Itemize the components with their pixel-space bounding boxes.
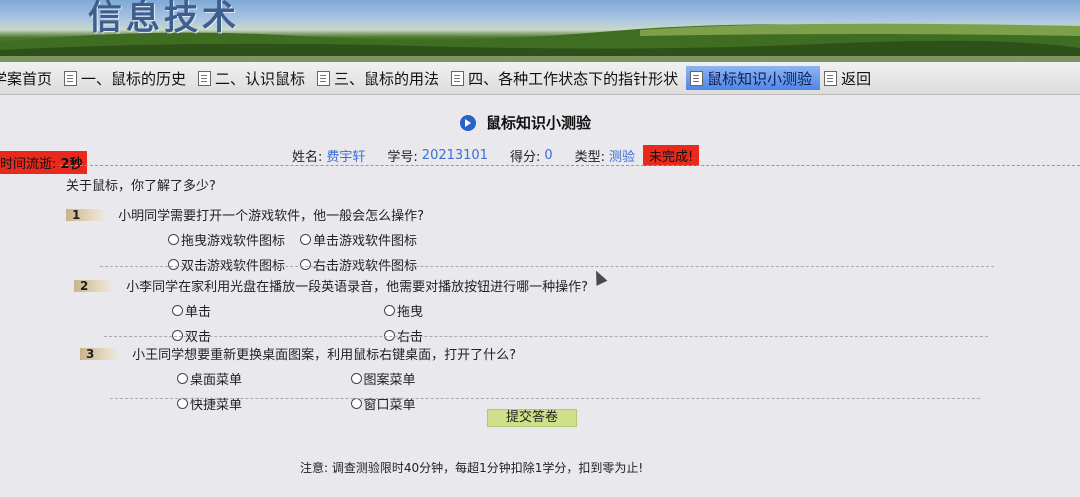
name-value: 费宇轩	[326, 150, 366, 165]
type-label: 类型:	[574, 150, 606, 165]
divider	[60, 165, 1080, 166]
question-number: 2	[74, 279, 114, 292]
option-label: 拖曳游戏软件图标	[181, 234, 286, 249]
document-icon	[198, 70, 212, 86]
id-label: 学号:	[387, 150, 418, 165]
nav-item-usage[interactable]: 三、鼠标的用法	[313, 66, 447, 90]
document-icon	[824, 70, 838, 86]
options: 单击 拖曳 双击 右击	[172, 301, 588, 345]
radio-button[interactable]	[177, 398, 188, 409]
quiz-intro: 关于鼠标，你了解了多少?	[66, 179, 216, 194]
option-double-click[interactable]: 双击游戏软件图标	[168, 255, 292, 274]
radio-button[interactable]	[168, 234, 179, 245]
nav-item-know-mouse[interactable]: 二、认识鼠标	[194, 66, 313, 90]
option-label: 拖曳	[397, 305, 424, 320]
option-right-click[interactable]: 右击游戏软件图标	[300, 255, 424, 274]
radio-button[interactable]	[350, 373, 362, 384]
site-title: 信息技术	[88, 0, 240, 38]
status-badge: 未完成!	[643, 145, 700, 166]
option-desktop-menu[interactable]: 桌面菜单	[177, 369, 343, 388]
nav-item-history[interactable]: 一、鼠标的历史	[60, 66, 194, 90]
radio-button[interactable]	[177, 373, 188, 384]
nav-item-label: 二、认识鼠标	[215, 69, 306, 88]
option-label: 右击游戏软件图标	[313, 259, 418, 274]
notice-text: 注意: 调查测验限时40分钟，每超1分钟扣除1学分，扣到零为止!	[300, 461, 644, 475]
question-text: 小王同学想要重新更换桌面图案，利用鼠标右键桌面，打开了什么?	[132, 348, 517, 363]
options: 桌面菜单 图案菜单 快捷菜单 窗口菜单	[177, 369, 516, 413]
quiz-content: 鼠标知识小测验 时间流逝: 2秒 姓名: 费宇轩 学号: 20213101 得分…	[0, 95, 1080, 497]
header-banner: 信息技术	[0, 0, 1080, 62]
nav-item-pointer-shapes[interactable]: 四、各种工作状态下的指针形状	[447, 66, 686, 90]
nav-item-label: 学案首页	[0, 69, 53, 88]
nav-item-quiz[interactable]: 鼠标知识小测验	[686, 66, 821, 90]
speaker-icon[interactable]	[460, 114, 476, 131]
top-nav: 学案首页 一、鼠标的历史 二、认识鼠标 三、鼠标的用法 四、各种工作状态下的指针…	[0, 62, 1080, 95]
option-label: 单击	[185, 305, 212, 320]
option-pattern-menu[interactable]: 图案菜单	[350, 369, 517, 388]
radio-button[interactable]	[384, 305, 396, 316]
nav-item-home[interactable]: 学案首页	[0, 66, 60, 90]
nav-item-label: 三、鼠标的用法	[334, 69, 440, 88]
option-label: 桌面菜单	[190, 373, 243, 388]
id-value: 20213101	[421, 148, 488, 163]
nav-item-label: 返回	[841, 69, 872, 88]
option-drag[interactable]: 拖曳游戏软件图标	[168, 230, 292, 249]
option-label: 窗口菜单	[363, 398, 416, 413]
question-text: 小明同学需要打开一个游戏软件，他一般会怎么操作?	[118, 209, 425, 224]
question-divider	[104, 336, 988, 337]
submit-button[interactable]: 提交答卷	[487, 409, 577, 427]
option-single-click[interactable]: 单击	[172, 301, 376, 320]
type-value: 测验	[609, 150, 636, 165]
document-icon	[690, 70, 704, 86]
question-divider	[110, 398, 980, 399]
option-label: 双击游戏软件图标	[181, 259, 286, 274]
score-label: 得分:	[509, 150, 541, 165]
nav-item-label: 四、各种工作状态下的指针形状	[468, 69, 679, 88]
document-icon	[64, 70, 78, 86]
question-divider	[100, 266, 994, 267]
nav-item-label: 鼠标知识小测验	[707, 69, 813, 88]
nav-item-label: 一、鼠标的历史	[81, 69, 187, 88]
options: 拖曳游戏软件图标 单击游戏软件图标 双击游戏软件图标 右击游戏软件图标	[168, 230, 424, 274]
document-icon	[317, 70, 331, 86]
question-number: 3	[80, 347, 120, 360]
option-label: 图案菜单	[363, 373, 416, 388]
score-value: 0	[544, 148, 553, 163]
quiz-title-row: 鼠标知识小测验	[460, 112, 591, 133]
question-number: 1	[66, 208, 106, 221]
radio-button[interactable]	[300, 234, 312, 245]
document-icon	[451, 70, 465, 86]
radio-button[interactable]	[350, 398, 362, 409]
timer-label: 时间流逝:	[0, 157, 57, 172]
option-label: 单击游戏软件图标	[313, 234, 418, 249]
name-label: 姓名:	[292, 150, 323, 165]
radio-button[interactable]	[300, 259, 312, 270]
question-text: 小李同学在家利用光盘在播放一段英语录音，他需要对播放按钮进行哪一种操作?	[126, 280, 589, 295]
student-info: 姓名: 费宇轩 学号: 20213101 得分: 0 类型: 测验 未完成!	[292, 145, 700, 166]
option-single-click[interactable]: 单击游戏软件图标	[300, 230, 424, 249]
option-label: 快捷菜单	[190, 398, 243, 413]
question-1: 1 小明同学需要打开一个游戏软件，他一般会怎么操作? 拖曳游戏软件图标 单击游戏…	[66, 205, 424, 274]
option-shortcut-menu[interactable]: 快捷菜单	[177, 394, 343, 413]
radio-button[interactable]	[168, 259, 179, 270]
timer-badge: 时间流逝: 2秒	[0, 151, 87, 174]
option-drag[interactable]: 拖曳	[384, 301, 588, 320]
question-3: 3 小王同学想要重新更换桌面图案，利用鼠标右键桌面，打开了什么? 桌面菜单 图案…	[80, 344, 516, 413]
nav-item-back[interactable]: 返回	[820, 66, 879, 90]
question-2: 2 小李同学在家利用光盘在播放一段英语录音，他需要对播放按钮进行哪一种操作? 单…	[74, 276, 588, 345]
quiz-title: 鼠标知识小测验	[486, 114, 592, 132]
radio-button[interactable]	[172, 305, 183, 316]
